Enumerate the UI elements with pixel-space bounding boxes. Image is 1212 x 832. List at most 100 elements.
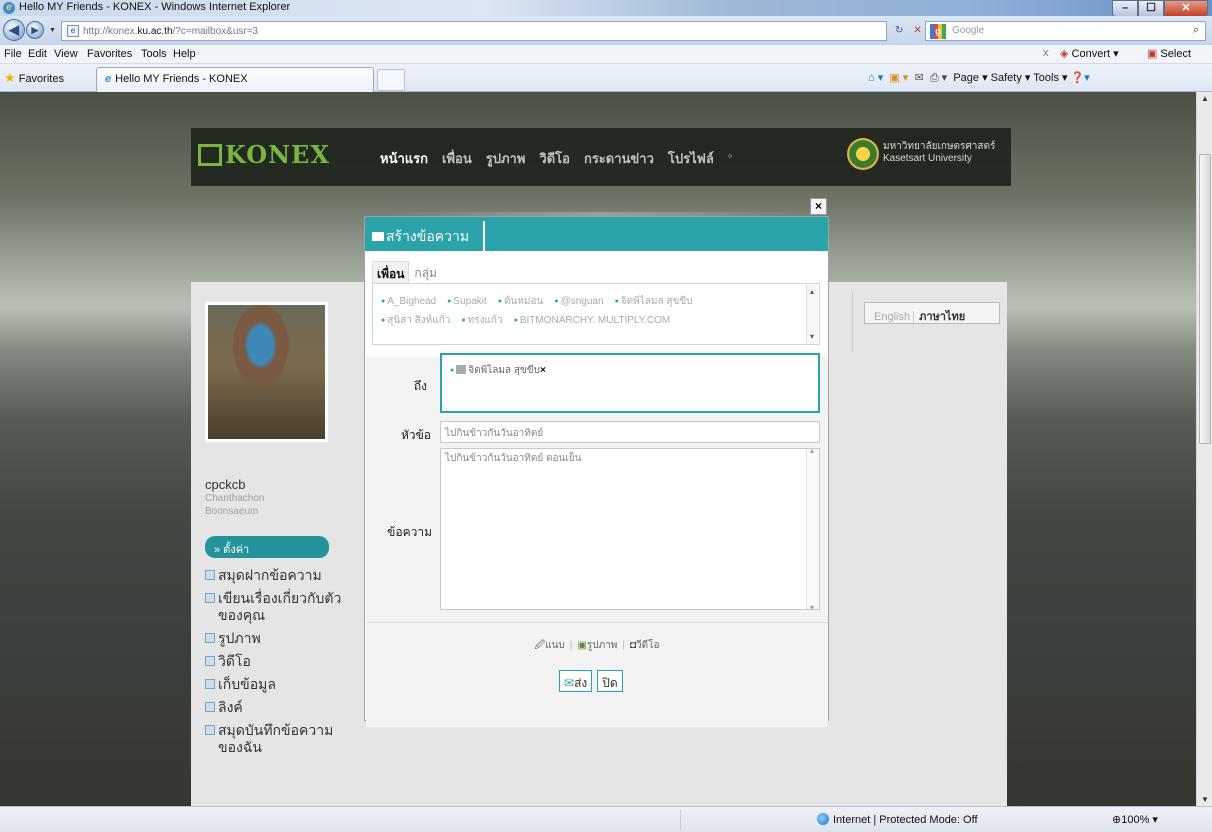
feeds-icon[interactable]: ▣ ▾	[889, 72, 908, 84]
friend-item[interactable]: @snguan	[554, 292, 604, 311]
search-box[interactable]: g Google ⌕	[925, 21, 1206, 41]
recipient-avatar	[456, 365, 467, 374]
friend-item[interactable]: สุนิสา สิงห์แก้ว	[381, 311, 450, 330]
forward-button[interactable]: ▶	[26, 21, 44, 39]
print-icon[interactable]: ⎙ ▾	[930, 72, 947, 84]
nav-profile[interactable]: โปรไฟล์	[668, 148, 714, 169]
language-switch: English ภาษาไทย	[864, 302, 1000, 324]
settings-button[interactable]: » ตั้งค่า	[205, 536, 329, 558]
web-content: KONEX หน้าแรก เพื่อน รูปภาพ วิดีโอ กระดา…	[0, 92, 1196, 806]
message-textarea[interactable]: ไปกินข้าวกันวันอาทิตย์ ตอนเย็น	[440, 446, 820, 612]
modal-header: สร้างข้อความ	[365, 217, 828, 251]
menu-item-about[interactable]: เขียนเรื่องเกี่ยวกับตัวของคุณ	[205, 590, 355, 624]
refresh-icon[interactable]: ↻	[890, 21, 908, 41]
zoom-control[interactable]: ⊕100% ▾	[1112, 813, 1158, 826]
attach-photo-link[interactable]: ▣รูปภาพ	[577, 640, 617, 651]
send-button[interactable]: ✉ส่ง	[559, 670, 593, 692]
friend-item[interactable]: BITMONARCHY. MULTIPLY.COM	[514, 311, 670, 330]
friend-item[interactable]: Supakit	[447, 292, 486, 311]
new-tab-button[interactable]	[377, 69, 405, 91]
minimize-button[interactable]: –	[1112, 0, 1138, 17]
friend-item[interactable]: จิตพิไลมล สุขขีบ	[615, 292, 693, 311]
friend-item[interactable]: ต้นหม่อน	[498, 292, 543, 311]
menu-help[interactable]: Help	[173, 48, 196, 60]
status-bar: Internet | Protected Mode: Off ⊕100% ▾	[0, 806, 1212, 832]
friend-list-scrollbar[interactable]	[806, 282, 818, 346]
modal-title-text: สร้างข้อความ	[386, 228, 470, 244]
convert-button[interactable]: ◈ Convert ▾	[1060, 47, 1119, 60]
convert-icon: ◈	[1060, 48, 1069, 60]
scroll-thumb[interactable]	[1199, 154, 1211, 444]
ku-name-thai: มหาวิทยาลัยเกษตรศาสตร์	[883, 141, 996, 152]
menu-item-links[interactable]: ลิงค์	[205, 699, 355, 716]
address-bar[interactable]: e http://konex.ku.ac.th/?c=mailbox&usr=3	[61, 21, 887, 41]
back-button[interactable]: ◀	[3, 19, 25, 41]
ku-name-english: Kasetsart University	[883, 153, 972, 164]
ie-logo-icon: e	[3, 2, 15, 14]
subject-input[interactable]: ไปกินข้าวกันวันอาทิตย์	[440, 421, 820, 443]
menu-edit[interactable]: Edit	[28, 48, 47, 60]
menu-file[interactable]: File	[4, 48, 22, 60]
menu-item-guestbook[interactable]: สมุดฝากข้อความ	[205, 567, 355, 584]
select-icon: ▣	[1147, 48, 1158, 60]
to-field[interactable]: ● จิตพิไลมล สุขขีบ×	[440, 353, 820, 413]
scroll-down-icon[interactable]: ▼	[1201, 795, 1209, 804]
address-buttons: ↻ ✕	[890, 21, 927, 41]
nav-more-icon[interactable]: ◦	[728, 148, 733, 169]
recent-pages-dropdown-icon[interactable]: ▼	[49, 27, 56, 34]
message-scrollbar[interactable]	[806, 446, 819, 612]
konex-logo[interactable]: KONEX	[198, 140, 329, 170]
ku-name: มหาวิทยาลัยเกษตรศาสตร์ Kasetsart Univers…	[883, 141, 995, 165]
profile-photo[interactable]	[205, 302, 328, 442]
nav-videos[interactable]: วิดีโอ	[539, 148, 570, 169]
menu-item-notes[interactable]: สมุดบันทึกข้อความของฉัน	[205, 722, 355, 756]
nav-home[interactable]: หน้าแรก	[380, 148, 428, 169]
storage-icon	[205, 679, 215, 689]
search-icon[interactable]: ⌕	[1193, 24, 1199, 37]
home-icon[interactable]: ⌂ ▾	[868, 72, 883, 84]
favorites-bar: ★ Favorites e Hello MY Friends - KONEX ⌂ …	[0, 64, 1212, 92]
menu-bar: File Edit View Favorites Tools Help x ◈ …	[0, 45, 1212, 64]
friend-item[interactable]: ทรงแก้ว	[461, 311, 503, 330]
toolbar-close-icon[interactable]: x	[1043, 47, 1049, 59]
lang-english[interactable]: English	[874, 311, 910, 323]
tab-current[interactable]: e Hello MY Friends - KONEX	[96, 67, 374, 92]
modal-close-button[interactable]: ×	[810, 198, 827, 215]
menu-item-label: เขียนเรื่องเกี่ยวกับตัวของคุณ	[218, 590, 342, 623]
lang-thai[interactable]: ภาษาไทย	[913, 311, 966, 323]
address-row: ◀ ▶ ▼ e http://konex.ku.ac.th/?c=mailbox…	[0, 16, 1212, 45]
message-text: ไปกินข้าวกันวันอาทิตย์ ตอนเย็น	[445, 453, 582, 464]
page-safety-tools-menu[interactable]: Page ▾ Safety ▾ Tools ▾	[953, 72, 1067, 84]
select-button[interactable]: ▣ Select	[1147, 47, 1191, 60]
friend-item[interactable]: A_Bighead	[381, 292, 436, 311]
window-title: Hello MY Friends - KONEX - Windows Inter…	[19, 1, 291, 13]
url-domain: ku.ac.th	[137, 25, 173, 37]
send-icon: ✉	[564, 676, 575, 690]
attach-video-link[interactable]: ◘วีดีโอ	[630, 640, 660, 651]
remove-recipient-icon[interactable]: ×	[540, 365, 546, 376]
nav-friends[interactable]: เพื่อน	[442, 148, 472, 169]
menu-item-storage[interactable]: เก็บข้อมูล	[205, 676, 355, 693]
paperclip-icon: 🖉	[534, 640, 546, 651]
maximize-button[interactable]: ☐	[1138, 0, 1164, 17]
menu-item-videos[interactable]: วิดีโอ	[205, 653, 355, 670]
security-zone[interactable]: Internet | Protected Mode: Off	[817, 813, 978, 826]
menu-tools[interactable]: Tools	[141, 48, 167, 60]
zoom-level: 100%	[1121, 814, 1150, 826]
help-icon[interactable]: ❓▾	[1071, 72, 1090, 84]
menu-view[interactable]: View	[54, 48, 78, 60]
nav-photos[interactable]: รูปภาพ	[486, 148, 526, 169]
mail-icon[interactable]: ✉	[914, 72, 923, 84]
favorites-button[interactable]: ★ Favorites	[4, 70, 64, 86]
zone-text: Internet | Protected Mode: Off	[833, 814, 978, 826]
close-window-button[interactable]: ✕	[1164, 0, 1208, 17]
menu-item-photos[interactable]: รูปภาพ	[205, 630, 355, 647]
nav-board[interactable]: กระดานข่าว	[584, 148, 654, 169]
notes-icon	[205, 725, 215, 735]
menu-favorites[interactable]: Favorites	[87, 48, 132, 60]
page-scrollbar[interactable]: ▲ ▼	[1196, 92, 1212, 806]
scroll-up-icon[interactable]: ▲	[1201, 94, 1209, 103]
favorites-label: Favorites	[18, 73, 64, 85]
attach-file-link[interactable]: 🖉แนบ	[534, 640, 564, 651]
close-button[interactable]: ปิด	[597, 670, 623, 692]
